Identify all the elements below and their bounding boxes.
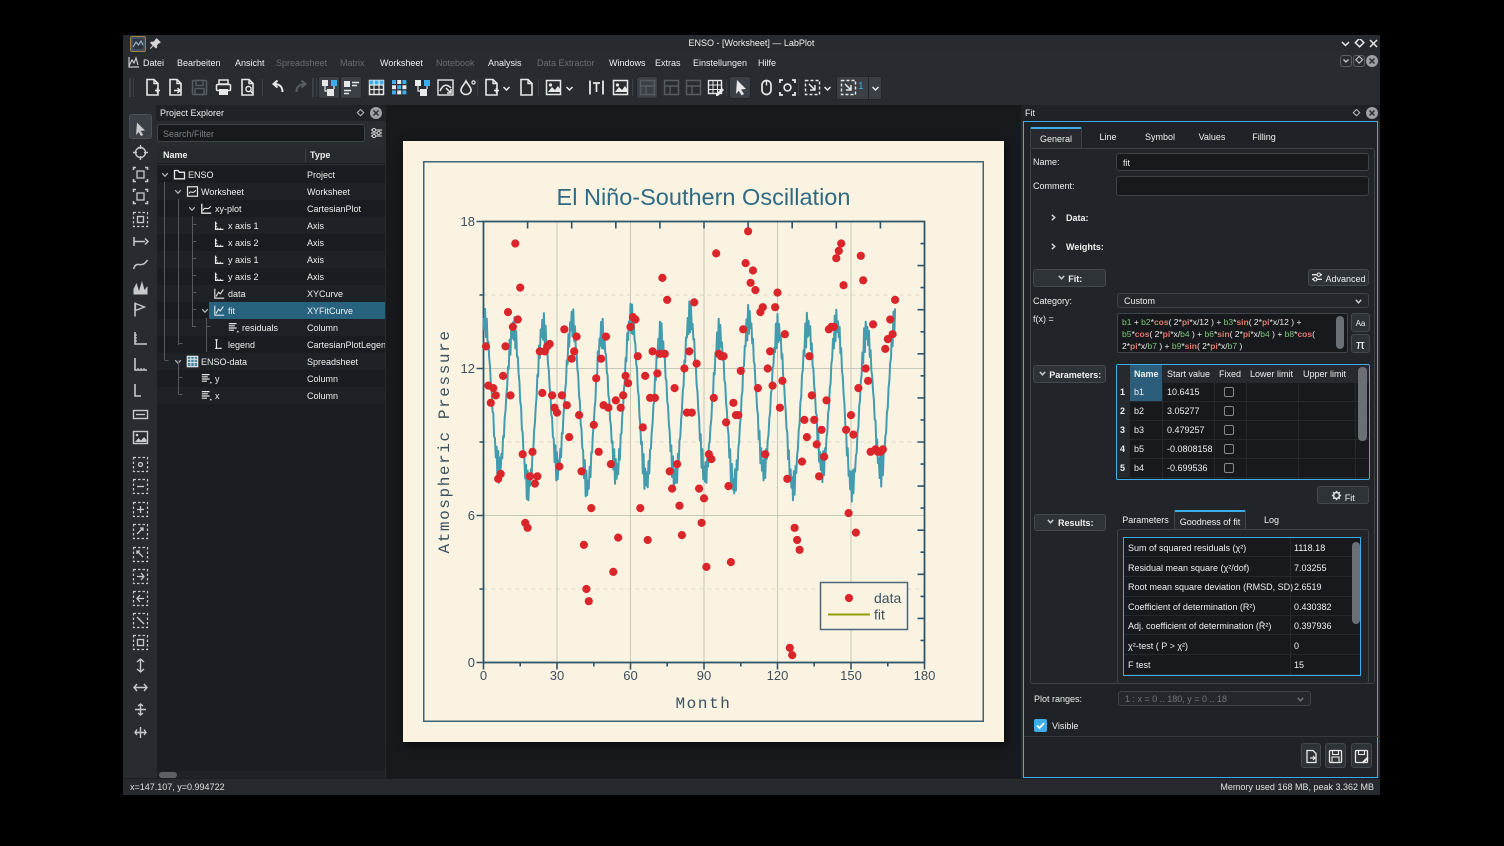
svg-text:Atmospheric Pressure: Atmospheric Pressure — [436, 329, 454, 553]
svg-text:90: 90 — [697, 668, 711, 683]
svg-text:18: 18 — [461, 214, 475, 229]
svg-text:El Niño-Southern Oscillation: El Niño-Southern Oscillation — [557, 184, 851, 210]
svg-text:fit: fit — [874, 607, 885, 623]
svg-text:30: 30 — [550, 668, 564, 683]
svg-text:150: 150 — [840, 668, 862, 683]
svg-text:180: 180 — [914, 668, 936, 683]
svg-text:60: 60 — [623, 668, 637, 683]
svg-text:0: 0 — [468, 655, 475, 670]
svg-text:6: 6 — [468, 508, 475, 523]
svg-text:data: data — [874, 590, 901, 606]
svg-text:Month: Month — [675, 695, 731, 713]
svg-text:12: 12 — [461, 361, 475, 376]
svg-text:120: 120 — [767, 668, 789, 683]
svg-text:0: 0 — [480, 668, 487, 683]
